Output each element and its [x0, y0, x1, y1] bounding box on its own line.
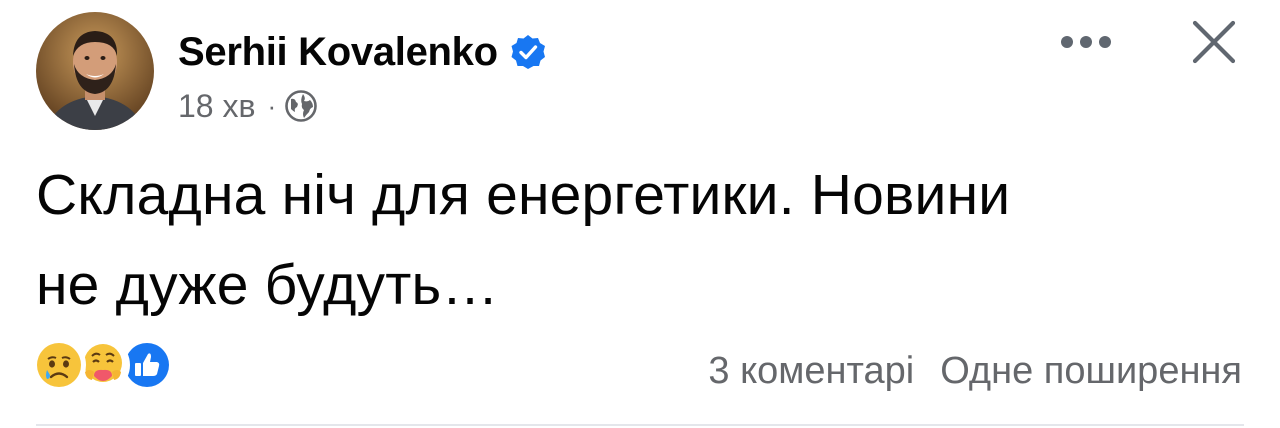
post-timestamp[interactable]: 18 хв — [178, 86, 255, 126]
reactions-summary[interactable] — [32, 338, 174, 392]
verified-badge-icon — [511, 35, 545, 69]
sad-reaction-icon — [32, 338, 86, 392]
author-avatar[interactable] — [36, 12, 154, 130]
divider — [36, 424, 1244, 426]
author-row: Serhii Kovalenko — [178, 28, 546, 76]
post-card: Serhii Kovalenko 18 хв · Складна ніч для… — [0, 0, 1280, 428]
post-text-line: не дуже будуть… — [36, 253, 499, 317]
comments-count-link[interactable]: 3 коментарі — [708, 348, 914, 394]
post-meta: 18 хв · — [178, 86, 318, 126]
close-icon — [1192, 20, 1236, 64]
globe-icon — [285, 90, 317, 122]
author-name[interactable]: Serhii Kovalenko — [178, 28, 498, 76]
post-text-line: Складна ніч для енергетики. Новини — [36, 163, 1011, 227]
post-text: Складна ніч для енергетики. Новини не ду… — [36, 150, 1236, 330]
engagement-stats: 3 коментарі Одне поширення — [708, 348, 1242, 394]
more-options-button[interactable] — [1056, 22, 1116, 62]
more-dots-icon — [1061, 36, 1111, 48]
shares-count-link[interactable]: Одне поширення — [940, 348, 1242, 394]
meta-separator: · — [267, 91, 277, 121]
close-button[interactable] — [1186, 14, 1242, 70]
